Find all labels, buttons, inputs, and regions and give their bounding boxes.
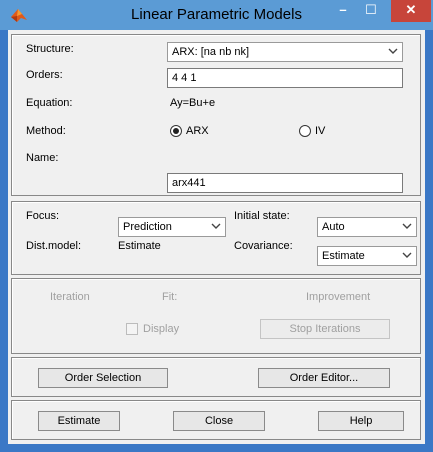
order-selection-button[interactable]: Order Selection — [38, 368, 168, 388]
covariance-value: Estimate — [322, 250, 365, 262]
focus-value: Prediction — [123, 221, 172, 233]
maximize-button[interactable]: ☐ — [358, 0, 384, 22]
model-structure-panel: Structure: ARX: [na nb nk] Orders: 4 4 1… — [11, 34, 421, 196]
display-label: Display — [143, 323, 180, 335]
equation-value: Ay=Bu+e — [170, 97, 216, 109]
method-iv-radio[interactable] — [299, 125, 311, 137]
focus-dropdown[interactable]: Prediction — [118, 217, 226, 237]
equation-label: Equation: — [26, 97, 73, 109]
name-input[interactable]: arx441 — [167, 173, 403, 193]
structure-dropdown[interactable]: ARX: [na nb nk] — [167, 42, 403, 62]
order-editor-button[interactable]: Order Editor... — [258, 368, 390, 388]
close-button[interactable]: Close — [173, 411, 265, 431]
help-button[interactable]: Help — [318, 411, 404, 431]
focus-label: Focus: — [26, 210, 60, 222]
structure-label: Structure: — [26, 43, 74, 55]
close-window-button[interactable]: ✕ — [391, 0, 431, 22]
method-arx-radio[interactable] — [170, 125, 182, 137]
dialog-window: Linear Parametric Models – ☐ ✕ Structure… — [0, 0, 433, 452]
covariance-label: Covariance: — [234, 240, 293, 252]
chevron-down-icon — [211, 223, 221, 229]
orders-label: Orders: — [26, 69, 63, 81]
initial-state-label: Initial state: — [234, 210, 290, 222]
method-label: Method: — [26, 125, 66, 137]
orders-input[interactable]: 4 4 1 — [167, 68, 403, 88]
estimate-button[interactable]: Estimate — [38, 411, 120, 431]
method-arx-label: ARX — [186, 125, 209, 137]
stop-iterations-button[interactable]: Stop Iterations — [260, 319, 390, 339]
title-bar[interactable]: Linear Parametric Models – ☐ ✕ — [0, 0, 433, 30]
improvement-label: Improvement — [306, 291, 371, 303]
order-panel: Order Selection Order Editor... — [11, 357, 421, 397]
action-panel: Estimate Close Help — [11, 400, 421, 440]
dist-model-label: Dist.model: — [26, 240, 82, 252]
chevron-down-icon — [402, 252, 412, 258]
covariance-dropdown[interactable]: Estimate — [317, 246, 417, 266]
dialog-client-area: Structure: ARX: [na nb nk] Orders: 4 4 1… — [8, 30, 425, 444]
structure-value: ARX: [na nb nk] — [172, 46, 250, 58]
initial-state-value: Auto — [322, 221, 345, 233]
dist-model-value: Estimate — [118, 240, 161, 252]
chevron-down-icon — [402, 223, 412, 229]
minimize-button[interactable]: – — [330, 0, 356, 22]
estimation-options-panel: Focus: Prediction Initial state: Auto Di… — [11, 201, 421, 275]
initial-state-dropdown[interactable]: Auto — [317, 217, 417, 237]
iteration-panel: Iteration Fit: Improvement Display Stop … — [11, 278, 421, 354]
iteration-label: Iteration — [50, 291, 90, 303]
fit-label: Fit: — [162, 291, 178, 303]
chevron-down-icon — [388, 48, 398, 54]
display-checkbox[interactable] — [126, 323, 138, 335]
method-iv-label: IV — [315, 125, 326, 137]
name-label: Name: — [26, 152, 59, 164]
